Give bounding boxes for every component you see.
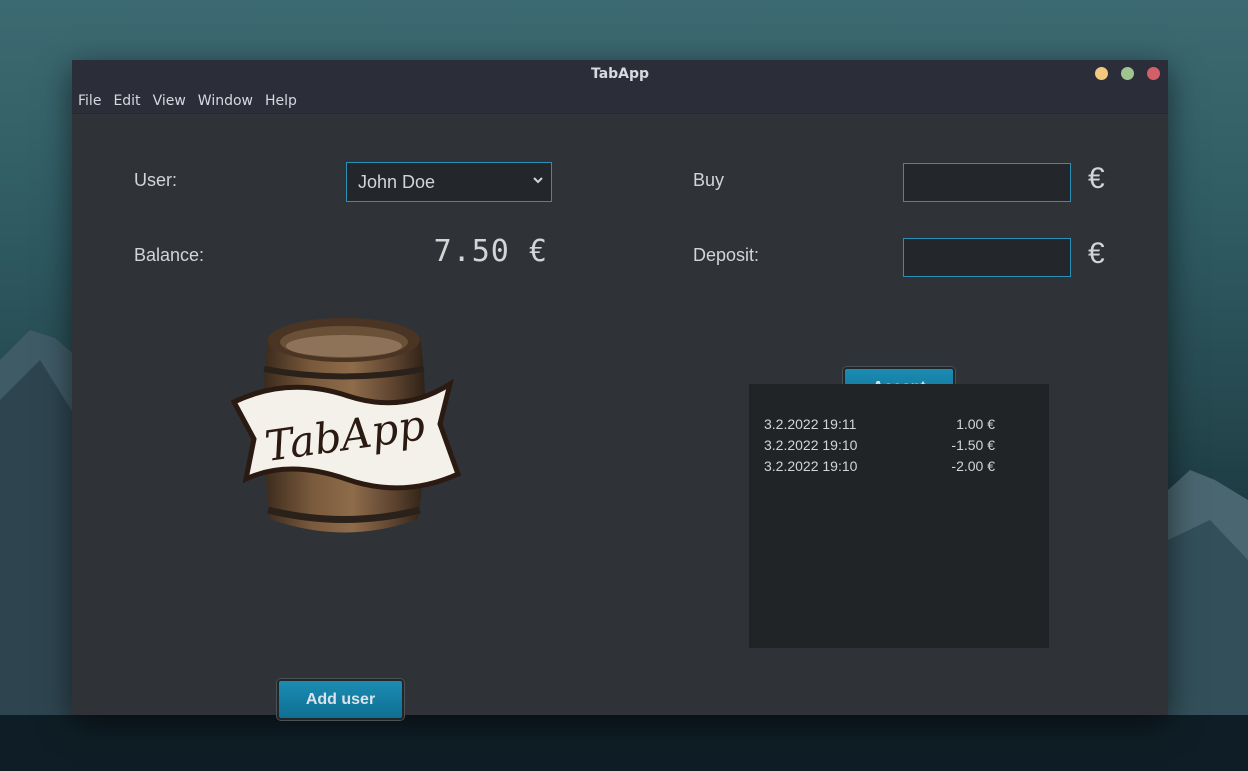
transaction-list[interactable]: 3.2.2022 19:11 1.00 € 3.2.2022 19:10 -1.… — [749, 384, 1049, 648]
deposit-currency: € — [1088, 237, 1105, 270]
transaction-amount: -1.50 € — [951, 436, 995, 453]
close-button[interactable] — [1147, 67, 1160, 80]
balance-label: Balance: — [134, 245, 205, 265]
user-label: User: — [134, 170, 178, 190]
app-window: TabApp File Edit View Window Help User: … — [72, 60, 1168, 720]
minimize-button[interactable] — [1095, 67, 1108, 80]
user-select[interactable]: John Doe — [346, 162, 552, 202]
balance-value: 7.50 € — [433, 234, 548, 269]
transaction-date: 3.2.2022 19:11 — [764, 415, 857, 432]
menu-window[interactable]: Window — [198, 93, 253, 109]
transaction-date: 3.2.2022 19:10 — [764, 436, 858, 453]
maximize-button[interactable] — [1121, 67, 1134, 80]
buy-label: Buy — [693, 170, 725, 190]
add-user-button[interactable]: Add user — [277, 679, 404, 720]
chevron-down-icon — [533, 177, 543, 184]
list-item[interactable]: 3.2.2022 19:10 -1.50 € — [749, 434, 1049, 455]
deposit-input[interactable] — [903, 238, 1071, 277]
list-item[interactable]: 3.2.2022 19:11 1.00 € — [749, 413, 1049, 434]
list-item[interactable]: 3.2.2022 19:10 -2.00 € — [749, 455, 1049, 476]
buy-input[interactable] — [903, 163, 1071, 202]
menu-file[interactable]: File — [78, 93, 101, 109]
user-select-value: John Doe — [358, 171, 436, 192]
menu-edit[interactable]: Edit — [113, 93, 140, 109]
menu-help[interactable]: Help — [265, 93, 297, 109]
menu-view[interactable]: View — [153, 93, 186, 109]
deposit-label: Deposit: — [693, 245, 760, 265]
tabapp-logo: TabApp — [230, 318, 462, 533]
transaction-amount: -2.00 € — [951, 457, 995, 474]
title-bar[interactable]: TabApp — [72, 60, 1168, 88]
transaction-date: 3.2.2022 19:10 — [764, 457, 858, 474]
menu-bar: File Edit View Window Help — [72, 88, 1168, 114]
window-title: TabApp — [590, 66, 650, 82]
main-content: User: John Doe Balance: 7.50 € TabApp Ad… — [72, 114, 1168, 720]
transaction-amount: 1.00 € — [956, 415, 995, 432]
buy-currency: € — [1088, 162, 1105, 195]
